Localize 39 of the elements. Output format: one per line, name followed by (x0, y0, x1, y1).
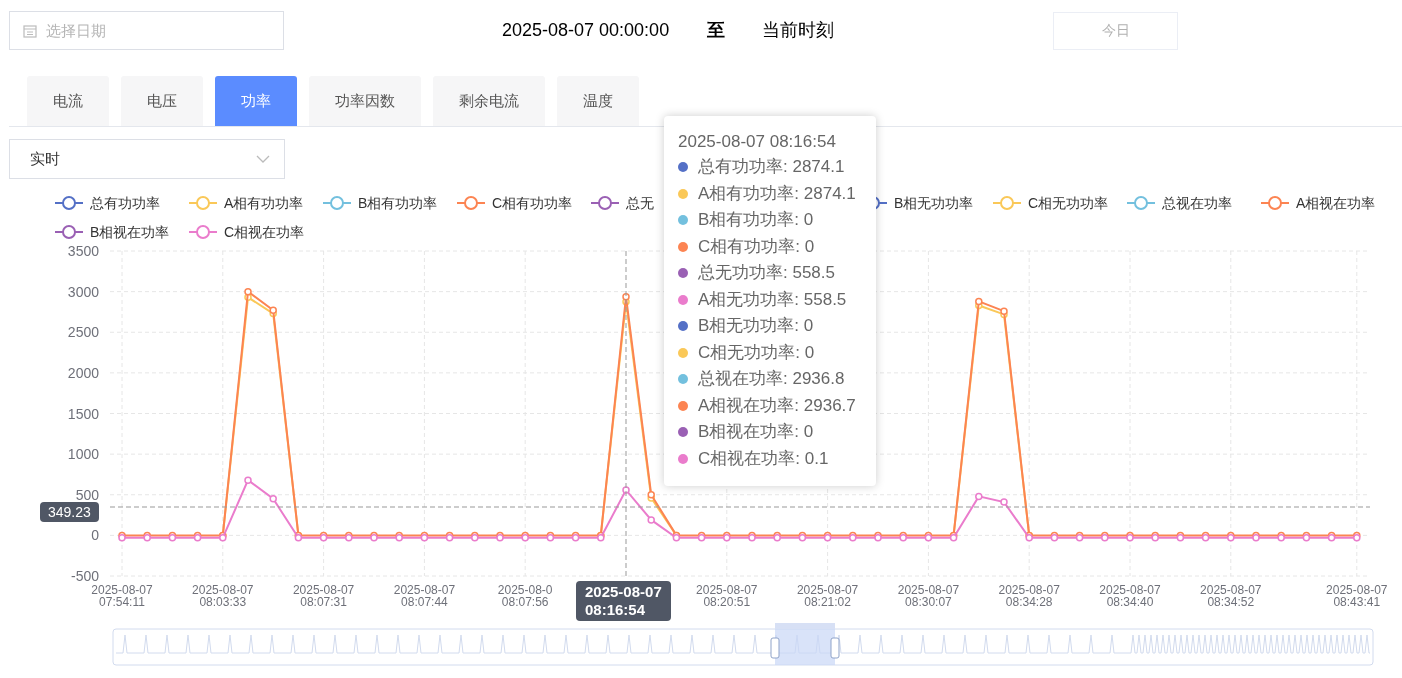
tooltip-row-text: 总有功功率: 2874.1 (698, 156, 845, 179)
y-axis-label: 2000 (67, 364, 99, 381)
x-axis-label: 2025-08-07 07:54:11 (91, 583, 153, 609)
x-axis-label: 2025-08-07 08:30:07 (897, 583, 960, 609)
x-axis-label: 2025-08-07 08:07:44 (393, 583, 456, 609)
y-axis-label: 1000 (67, 446, 99, 463)
y-axis-label: 0 (91, 527, 99, 544)
y-axis-label: 3000 (67, 283, 99, 300)
x-axis-label: 2025-08-0 08:07:56 (497, 583, 553, 609)
x-axis-label: 2025-08-07 08:34:40 (1099, 583, 1161, 609)
y-axis-label: -500 (70, 568, 99, 584)
x-axis-label: 2025-08-07 08:20:51 (696, 583, 758, 609)
tooltip-row-text: B相无功功率: 0 (698, 315, 814, 338)
y-axis-label: 3500 (67, 243, 99, 259)
tooltip-title: 2025-08-07 08:16:54 (678, 132, 837, 152)
x-axis-label: 2025-08-07 08:21:02 (796, 583, 859, 609)
tooltip-row-text: B相有功功率: 0 (698, 209, 814, 232)
x-axis-label: 2025-08-07 08:03:33 (192, 583, 254, 609)
y-axis-label: 2500 (67, 324, 99, 341)
tooltip-row-text: 总视在功率: 2936.8 (698, 368, 845, 391)
tooltip-row-text: A相有功功率: 2874.1 (698, 182, 856, 205)
tooltip-row-text: A相视在功率: 2936.7 (698, 394, 856, 417)
tooltip-row-text: A相无功功率: 558.5 (698, 288, 847, 311)
y-axis-label: 500 (75, 486, 99, 503)
x-axis-label: 2025-08-07 08:43:41 (1326, 583, 1388, 609)
x-axis-label: 2025-08-07 08:34:52 (1200, 583, 1262, 609)
start-time: 2025-08-07 00:00:00 (502, 19, 670, 42)
axis-pointer-label: 2025-08-07 08:16:54 (576, 581, 671, 621)
range-separator: 至 (707, 19, 726, 42)
end-time: 当前时刻 (762, 19, 835, 42)
tooltip-row-text: B相视在功率: 0 (698, 421, 814, 444)
axis-pointer-label: 349.23 (40, 502, 99, 522)
tooltip-row-text: C相无功功率: 0 (698, 341, 815, 364)
y-axis-label: 1500 (67, 405, 99, 422)
x-axis-label: 2025-08-07 08:07:31 (292, 583, 355, 609)
tooltip-row-text: C相有功功率: 0 (698, 235, 815, 258)
tooltip-row-text: 总无功功率: 558.5 (698, 262, 835, 285)
x-axis-label: 2025-08-07 08:34:28 (998, 583, 1060, 609)
tooltip-row-text: C相视在功率: 0.1 (698, 447, 829, 470)
